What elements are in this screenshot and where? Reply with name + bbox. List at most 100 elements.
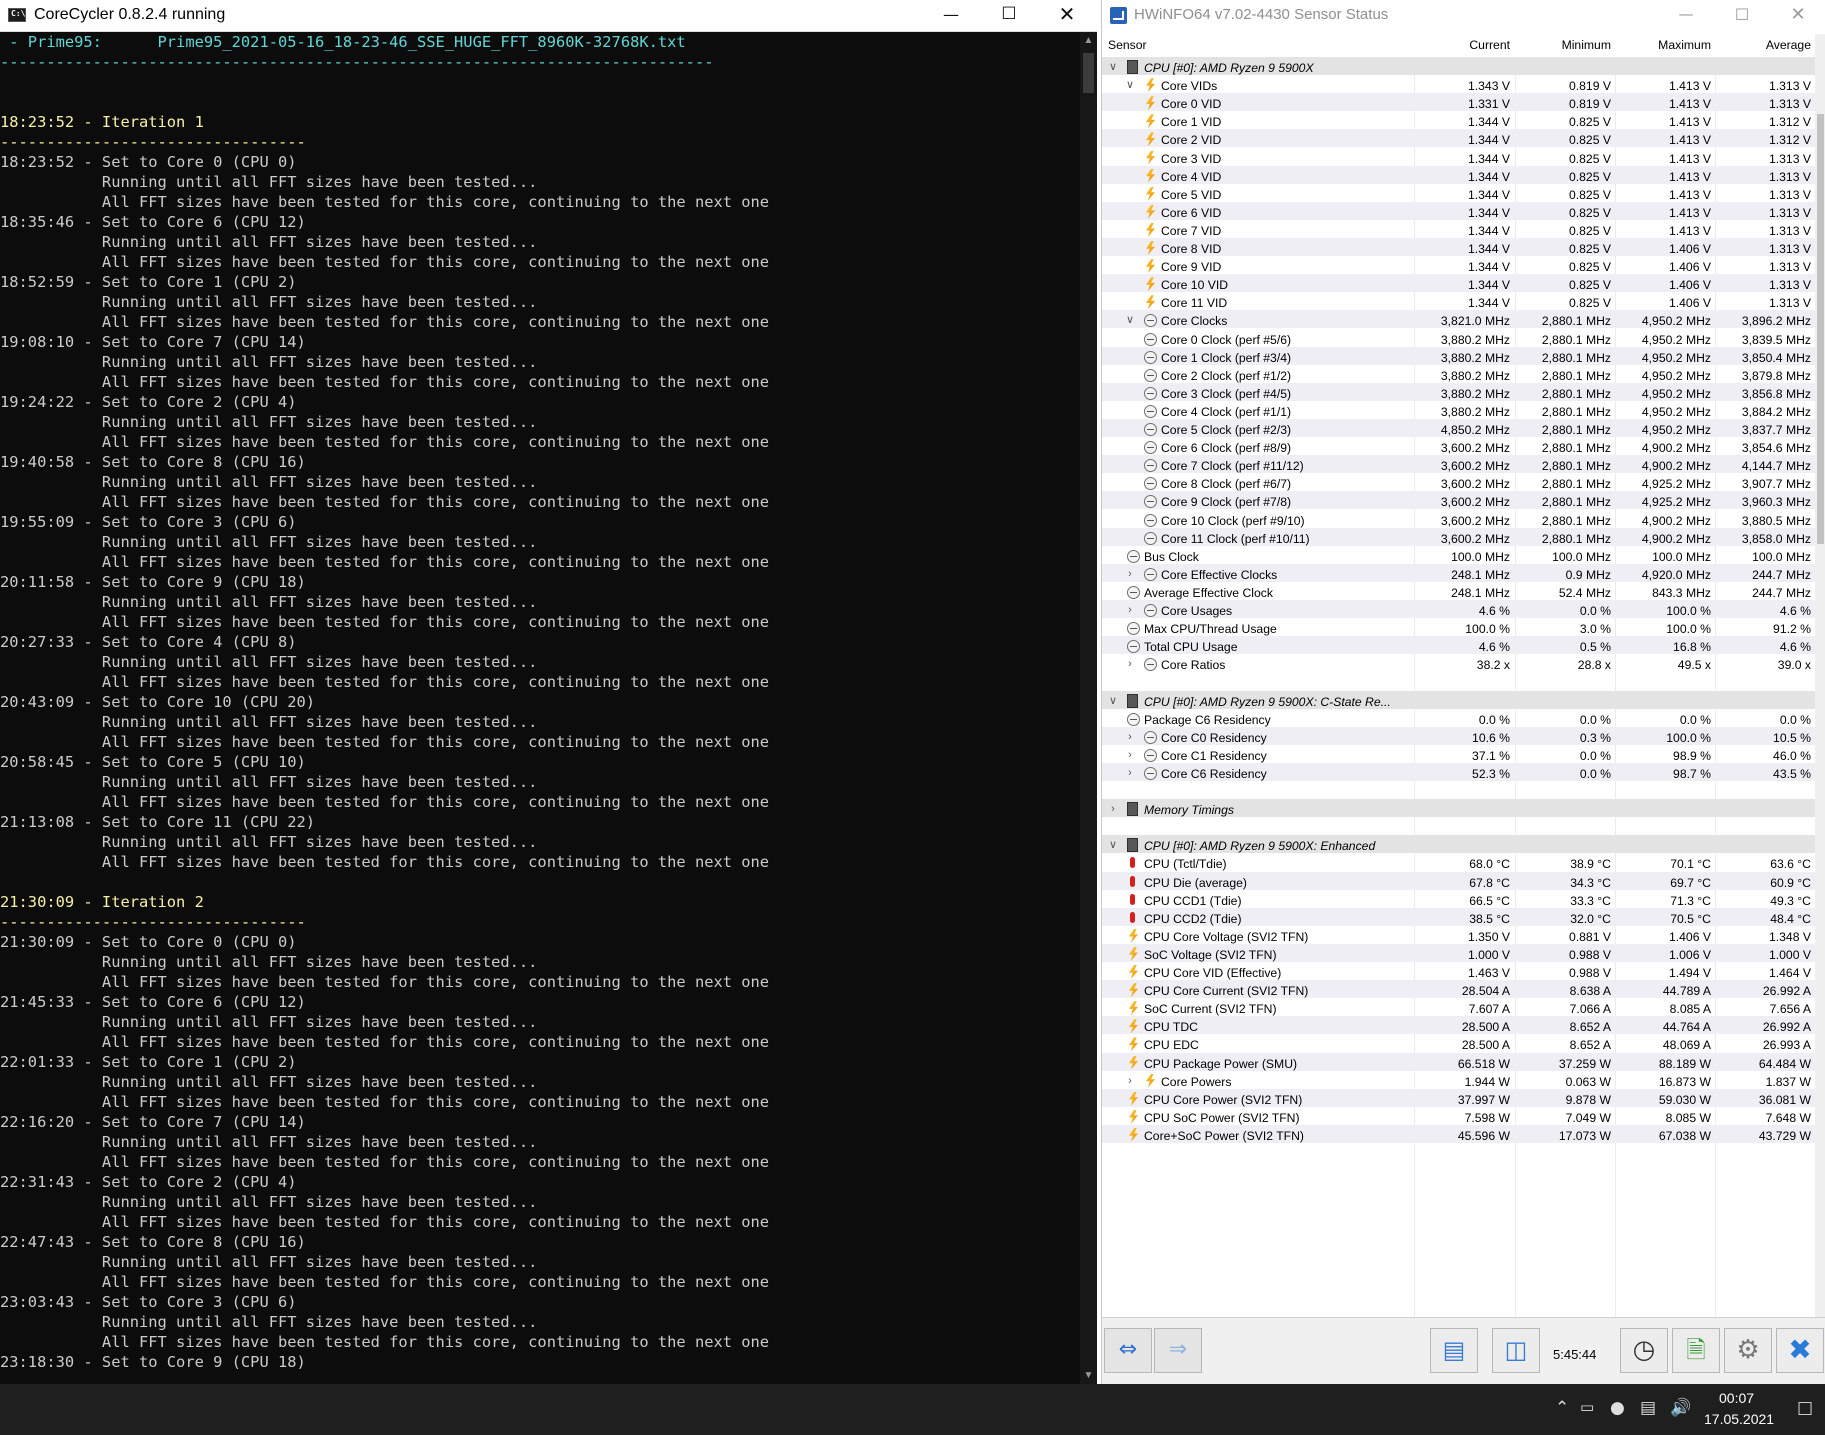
- sensor-row[interactable]: CPU Package Power (SMU) 66.518 W 37.259 W 8…: [1102, 1052, 1815, 1071]
- collapse-chevron-icon[interactable]: ∨: [1124, 313, 1136, 327]
- collapse-chevron-icon[interactable]: ∨: [1107, 60, 1119, 74]
- sensor-row[interactable]: SoC Current (SVI2 TFN) 7.607 A 7.066 A 8.08…: [1102, 998, 1815, 1016]
- volume-icon[interactable]: 🔊: [1670, 1398, 1691, 1418]
- console-title-bar[interactable]: C:\ CoreCycler 0.8.2.4 running — ☐ ✕: [0, 0, 1097, 32]
- network-icon[interactable]: ▤: [1640, 1398, 1656, 1418]
- taskbar-clock-date[interactable]: 17.05.2021: [1704, 1411, 1774, 1427]
- sensor-row[interactable]: › Core Effective Clocks 248.1 MHz 0.9 MHz 4,…: [1102, 563, 1815, 582]
- sensor-row[interactable]: Core 11 Clock (perf #10/11) 3,600.2 MHz 2,…: [1102, 527, 1815, 546]
- expand-chevron-icon[interactable]: ›: [1107, 802, 1119, 816]
- sensor-row[interactable]: › Core Powers 1.944 W 0.063 W 16.873 W 1.837 …: [1102, 1071, 1815, 1089]
- close-button[interactable]: ✖: [1776, 1328, 1824, 1373]
- sensor-row[interactable]: Average Effective Clock 248.1 MHz 52.4 MHz…: [1102, 582, 1815, 600]
- sensor-row[interactable]: CPU CCD1 (Tdie) 66.5 °C 33.3 °C 71.3 °C 49.3…: [1102, 890, 1815, 908]
- sensor-row[interactable]: Core 5 Clock (perf #2/3) 4,850.2 MHz 2,880…: [1102, 419, 1815, 438]
- column-header-maximum[interactable]: Maximum: [1615, 38, 1711, 52]
- sensor-row[interactable]: ∨ Core Clocks 3,821.0 MHz 2,880.1 MHz 4,950.…: [1102, 310, 1815, 329]
- column-header-current[interactable]: Current: [1414, 38, 1510, 52]
- sensor-row[interactable]: Core 3 Clock (perf #4/5) 3,880.2 MHz 2,880…: [1102, 382, 1815, 401]
- column-header-minimum[interactable]: Minimum: [1515, 38, 1611, 52]
- console-output[interactable]: - Prime95: Prime95_2021-05-16_18-23-46_S…: [0, 32, 1080, 1384]
- sensor-row[interactable]: › Core Usages 4.6 % 0.0 % 100.0 % 4.6 %: [1102, 600, 1815, 619]
- sensor-row[interactable]: CPU Core Voltage (SVI2 TFN) 1.350 V 0.881 …: [1102, 926, 1815, 944]
- sensor-row[interactable]: ∨ Core VIDs 1.343 V 0.819 V 1.413 V 1.313 V: [1102, 75, 1815, 93]
- sensor-row[interactable]: CPU SoC Power (SVI2 TFN) 7.598 W 7.049 W 8.…: [1102, 1107, 1815, 1125]
- sensor-row[interactable]: CPU EDC 28.500 A 8.652 A 48.069 A 26.993 A: [1102, 1034, 1815, 1052]
- sensor-row[interactable]: Package C6 Residency 0.0 % 0.0 % 0.0 % 0.0 %: [1102, 709, 1815, 727]
- sensor-row[interactable]: Core 7 Clock (perf #11/12) 3,600.2 MHz 2,8…: [1102, 455, 1815, 474]
- sensor-scroll-thumb[interactable]: [1817, 114, 1824, 544]
- sensor-row[interactable]: Total CPU Usage 4.6 % 0.5 % 16.8 % 4.6 %: [1102, 636, 1815, 655]
- sensor-row[interactable]: Core 11 VID 1.344 V 0.825 V 1.406 V 1.313 V: [1102, 292, 1815, 310]
- sensor-table[interactable]: Sensor Current Minimum Maximum Average ∨…: [1102, 34, 1815, 1317]
- sensor-row[interactable]: CPU Core Current (SVI2 TFN) 28.504 A 8.638…: [1102, 980, 1815, 999]
- sensor-group-row[interactable]: ∨ CPU [#0]: AMD Ryzen 9 5900X: [1102, 57, 1815, 76]
- sensor-row[interactable]: CPU TDC 28.500 A 8.652 A 44.764 A 26.992 A: [1102, 1016, 1815, 1035]
- expand-chevron-icon[interactable]: ›: [1124, 1074, 1136, 1088]
- expand-chevron-icon[interactable]: ›: [1124, 657, 1136, 671]
- sensor-row[interactable]: Core 2 VID 1.344 V 0.825 V 1.413 V 1.312 V: [1102, 129, 1815, 148]
- sensor-row[interactable]: Core 3 VID 1.344 V 0.825 V 1.413 V 1.313 V: [1102, 148, 1815, 166]
- taskbar-clock-time[interactable]: 00:07: [1719, 1390, 1754, 1406]
- collapse-chevron-icon[interactable]: ∨: [1107, 838, 1119, 852]
- expand-chevron-icon[interactable]: ›: [1124, 567, 1136, 581]
- minimize-button[interactable]: —: [922, 0, 980, 31]
- sensor-row[interactable]: Core 8 VID 1.344 V 0.825 V 1.406 V 1.313 V: [1102, 238, 1815, 257]
- console-scroll-thumb[interactable]: [1083, 53, 1094, 93]
- report-button[interactable]: 🗎: [1672, 1328, 1720, 1373]
- sensor-row[interactable]: Bus Clock 100.0 MHz 100.0 MHz 100.0 MHz 100.…: [1102, 546, 1815, 564]
- sensor-row[interactable]: Core 10 Clock (perf #9/10) 3,600.2 MHz 2,8…: [1102, 510, 1815, 528]
- expand-chevron-icon[interactable]: ›: [1124, 603, 1136, 617]
- sensor-row[interactable]: CPU Core Power (SVI2 TFN) 37.997 W 9.878 W…: [1102, 1088, 1815, 1107]
- sensor-row[interactable]: Core 4 Clock (perf #1/1) 3,880.2 MHz 2,880…: [1102, 401, 1815, 419]
- column-header-average[interactable]: Average: [1715, 38, 1811, 52]
- sensor-row[interactable]: CPU (Tctl/Tdie) 68.0 °C 38.9 °C 70.1 °C 63.6…: [1102, 853, 1815, 871]
- scroll-down-arrow-icon[interactable]: ▼: [1080, 1367, 1097, 1384]
- sensor-row[interactable]: CPU CCD2 (Tdie) 38.5 °C 32.0 °C 70.5 °C 48.4…: [1102, 907, 1815, 926]
- expand-chevron-icon[interactable]: ›: [1124, 748, 1136, 762]
- sensor-row[interactable]: Core 4 VID 1.344 V 0.825 V 1.413 V 1.313 V: [1102, 165, 1815, 184]
- maximize-button[interactable]: ☐: [1714, 0, 1770, 31]
- console-scrollbar[interactable]: ▲ ▼: [1080, 32, 1097, 1384]
- expand-chevron-icon[interactable]: ›: [1124, 766, 1136, 780]
- display-icon[interactable]: ▭: [1580, 1398, 1594, 1416]
- sensor-group-row[interactable]: › Memory Timings: [1102, 799, 1815, 818]
- hwinfo-title-bar[interactable]: HWiNFO64 v7.02-4430 Sensor Status — ☐ ✕: [1102, 0, 1825, 31]
- console-window[interactable]: C:\ CoreCycler 0.8.2.4 running — ☐ ✕ - P…: [0, 0, 1097, 1384]
- close-button[interactable]: ✕: [1038, 0, 1096, 31]
- microphone-icon[interactable]: ●: [1610, 1398, 1625, 1418]
- sensor-row[interactable]: › Core Ratios 38.2 x 28.8 x 49.5 x 39.0 x: [1102, 654, 1815, 672]
- sensor-group-row[interactable]: ∨ CPU [#0]: AMD Ryzen 9 5900X: Enhanced: [1102, 835, 1815, 854]
- sensor-row[interactable]: Max CPU/Thread Usage 100.0 % 3.0 % 100.0 % 9…: [1102, 618, 1815, 636]
- maximize-button[interactable]: ☐: [980, 0, 1038, 31]
- sensor-row[interactable]: Core 8 Clock (perf #6/7) 3,600.2 MHz 2,880…: [1102, 473, 1815, 491]
- clock-button[interactable]: ◷: [1620, 1328, 1668, 1373]
- hwinfo-window[interactable]: HWiNFO64 v7.02-4430 Sensor Status — ☐ ✕ …: [1101, 0, 1825, 1385]
- sensor-row[interactable]: Core 6 Clock (perf #8/9) 3,600.2 MHz 2,880…: [1102, 437, 1815, 455]
- collapse-chevron-icon[interactable]: ∨: [1124, 78, 1136, 92]
- expand-chevron-icon[interactable]: ›: [1124, 730, 1136, 744]
- sensor-row[interactable]: Core 10 VID 1.344 V 0.825 V 1.406 V 1.313 V: [1102, 274, 1815, 293]
- sensor-scrollbar[interactable]: [1815, 34, 1825, 1317]
- sensor-row[interactable]: › Core C0 Residency 10.6 % 0.3 % 100.0 % 10.5…: [1102, 726, 1815, 745]
- expand-collapse-button[interactable]: ⇔: [1104, 1328, 1152, 1373]
- sensor-group-row[interactable]: ∨ CPU [#0]: AMD Ryzen 9 5900X: C-State Re…: [1102, 690, 1815, 709]
- column-header-sensor[interactable]: Sensor: [1108, 38, 1147, 52]
- collapse-chevron-icon[interactable]: ∨: [1107, 694, 1119, 708]
- notification-icon[interactable]: □: [1797, 1398, 1813, 1418]
- sensor-row[interactable]: › Core C6 Residency 52.3 % 0.0 % 98.7 % 43.5 …: [1102, 762, 1815, 781]
- sensor-row[interactable]: CPU Die (average) 67.8 °C 34.3 °C 69.7 °C 60…: [1102, 871, 1815, 890]
- sensor-row[interactable]: Core 1 Clock (perf #3/4) 3,880.2 MHz 2,880…: [1102, 346, 1815, 365]
- sensor-row[interactable]: Core 5 VID 1.344 V 0.825 V 1.413 V 1.313 V: [1102, 184, 1815, 202]
- close-button[interactable]: ✕: [1770, 0, 1825, 31]
- settings-button[interactable]: ⚙: [1724, 1328, 1772, 1373]
- scroll-up-arrow-icon[interactable]: ▲: [1080, 32, 1097, 49]
- sensor-row[interactable]: Core 1 VID 1.344 V 0.825 V 1.413 V 1.312 V: [1102, 111, 1815, 129]
- sensor-row[interactable]: Core 7 VID 1.344 V 0.825 V 1.413 V 1.313 V: [1102, 220, 1815, 238]
- sensor-row[interactable]: Core 6 VID 1.344 V 0.825 V 1.413 V 1.313 V: [1102, 201, 1815, 220]
- minimize-button[interactable]: —: [1658, 0, 1714, 31]
- sensor-row[interactable]: Core 0 Clock (perf #5/6) 3,880.2 MHz 2,880…: [1102, 329, 1815, 347]
- remote-button[interactable]: ◫: [1492, 1328, 1540, 1373]
- sensor-row[interactable]: SoC Voltage (SVI2 TFN) 1.000 V 0.988 V 1.00…: [1102, 943, 1815, 962]
- sensor-row[interactable]: Core 0 VID 1.331 V 0.819 V 1.413 V 1.313 V: [1102, 93, 1815, 112]
